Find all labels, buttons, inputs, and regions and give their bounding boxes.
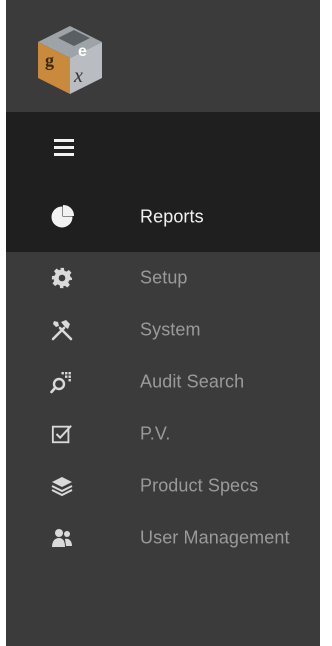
sidebar-item-label: Setup: [140, 267, 188, 288]
sidebar-item-label: P.V.: [140, 423, 171, 444]
sidebar-item-label: Reports: [140, 206, 204, 227]
svg-text:e: e: [78, 43, 87, 60]
gear-icon: [50, 266, 74, 290]
sidebar-item-label: System: [140, 319, 201, 340]
sidebar-item-setup[interactable]: Setup: [6, 252, 320, 304]
hamburger-menu-icon[interactable]: [54, 139, 74, 156]
app-logo[interactable]: g e x: [30, 20, 110, 100]
users-icon: [50, 526, 74, 550]
svg-text:x: x: [73, 65, 83, 87]
sidebar-item-reports[interactable]: Reports: [6, 182, 320, 252]
svg-text:g: g: [45, 50, 54, 70]
tools-icon: [50, 318, 74, 342]
menu-toggle-row[interactable]: [6, 112, 320, 182]
sidebar-item-audit-search[interactable]: Audit Search: [6, 356, 320, 408]
sidebar-nav: Reports Setup System Audit Search P.V. P…: [6, 182, 320, 564]
sidebar-item-label: User Management: [140, 527, 290, 548]
sidebar-item-product-specs[interactable]: Product Specs: [6, 460, 320, 512]
sidebar-item-label: Audit Search: [140, 371, 245, 392]
sidebar-item-user-management[interactable]: User Management: [6, 512, 320, 564]
sidebar-item-label: Product Specs: [140, 475, 259, 496]
checkbox-icon: [50, 422, 74, 446]
sidebar: g e x Reports Setup System Audit Search …: [6, 0, 320, 646]
layers-icon: [50, 474, 74, 498]
search-icon: [50, 370, 74, 394]
logo-area: g e x: [6, 0, 320, 112]
sidebar-item-system[interactable]: System: [6, 304, 320, 356]
pie-chart-icon: [50, 205, 74, 229]
sidebar-item-pv[interactable]: P.V.: [6, 408, 320, 460]
